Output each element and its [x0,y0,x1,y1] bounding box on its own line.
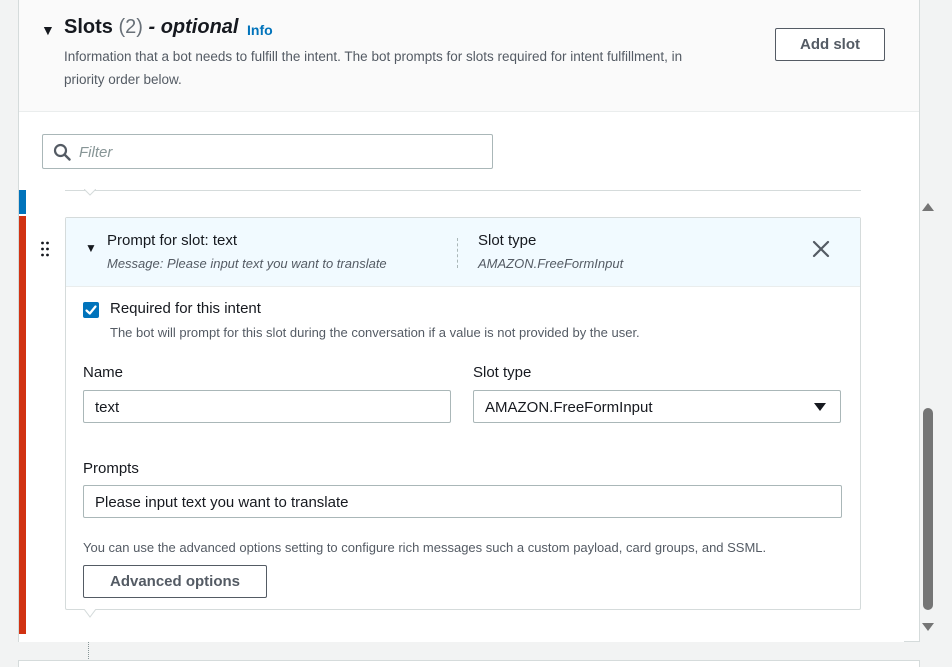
drag-handle-icon[interactable] [40,240,50,258]
previous-slot-card-edge [65,190,861,192]
slot-type-label: Slot type [473,364,532,381]
scroll-down-icon[interactable] [922,622,934,632]
prompts-input[interactable] [95,491,825,513]
slots-panel: ▼ Slots (2) - optional Info Information … [18,0,934,642]
scroll-up-icon[interactable] [922,202,934,212]
slots-description: Information that a bot needs to fulfill … [64,49,683,87]
slot-type-selected-value: AMAZON.FreeFormInput [485,399,653,416]
next-panel-edge [18,660,920,667]
scrollbar[interactable] [919,196,937,636]
slot-card-title: Prompt for slot: text [107,232,238,249]
checkmark-icon [85,305,97,315]
select-caret-icon [814,403,826,411]
search-icon [53,143,71,161]
name-input[interactable] [95,396,435,418]
advanced-options-description: You can use the advanced options setting… [83,540,767,555]
slot-indicator-previous [19,190,26,214]
name-field[interactable] [83,390,451,423]
slots-title-text: Slots [64,16,113,38]
slot-indicator-active [19,216,26,634]
info-link[interactable]: Info [247,22,273,38]
slot-card: ▼ Prompt for slot: text Message: Please … [65,217,861,610]
slots-count: (2) [118,16,143,38]
header-slot-type-value: AMAZON.FreeFormInput [478,256,624,271]
advanced-options-button[interactable]: Advanced options [83,565,267,598]
required-label: Required for this intent [110,300,261,317]
required-checkbox[interactable] [83,302,99,318]
header-divider [457,238,458,268]
slot-card-message: Message: Please input text you want to t… [107,256,387,271]
caret-down-icon[interactable]: ▼ [85,241,97,255]
slots-optional: - optional [148,16,239,38]
scrollbar-thumb[interactable] [923,408,933,610]
prompts-field[interactable] [83,485,842,518]
add-slot-button[interactable]: Add slot [775,28,885,61]
header-slot-type-label: Slot type [478,232,537,249]
slots-title: Slots (2) - optional [64,16,238,39]
filter-input[interactable] [79,141,479,163]
filter-box[interactable] [42,134,493,169]
slots-header: ▼ Slots (2) - optional Info Information … [19,0,919,112]
slot-type-select[interactable]: AMAZON.FreeFormInput [473,390,841,423]
required-description: The bot will prompt for this slot during… [110,325,640,340]
close-icon[interactable] [809,237,833,261]
name-label: Name [83,364,124,381]
slot-card-header[interactable]: ▼ Prompt for slot: text Message: Please … [66,218,860,287]
caret-down-icon[interactable]: ▼ [41,22,55,38]
card-notch [84,609,96,618]
prompts-label: Prompts [83,460,139,477]
connector-notch [84,189,96,196]
